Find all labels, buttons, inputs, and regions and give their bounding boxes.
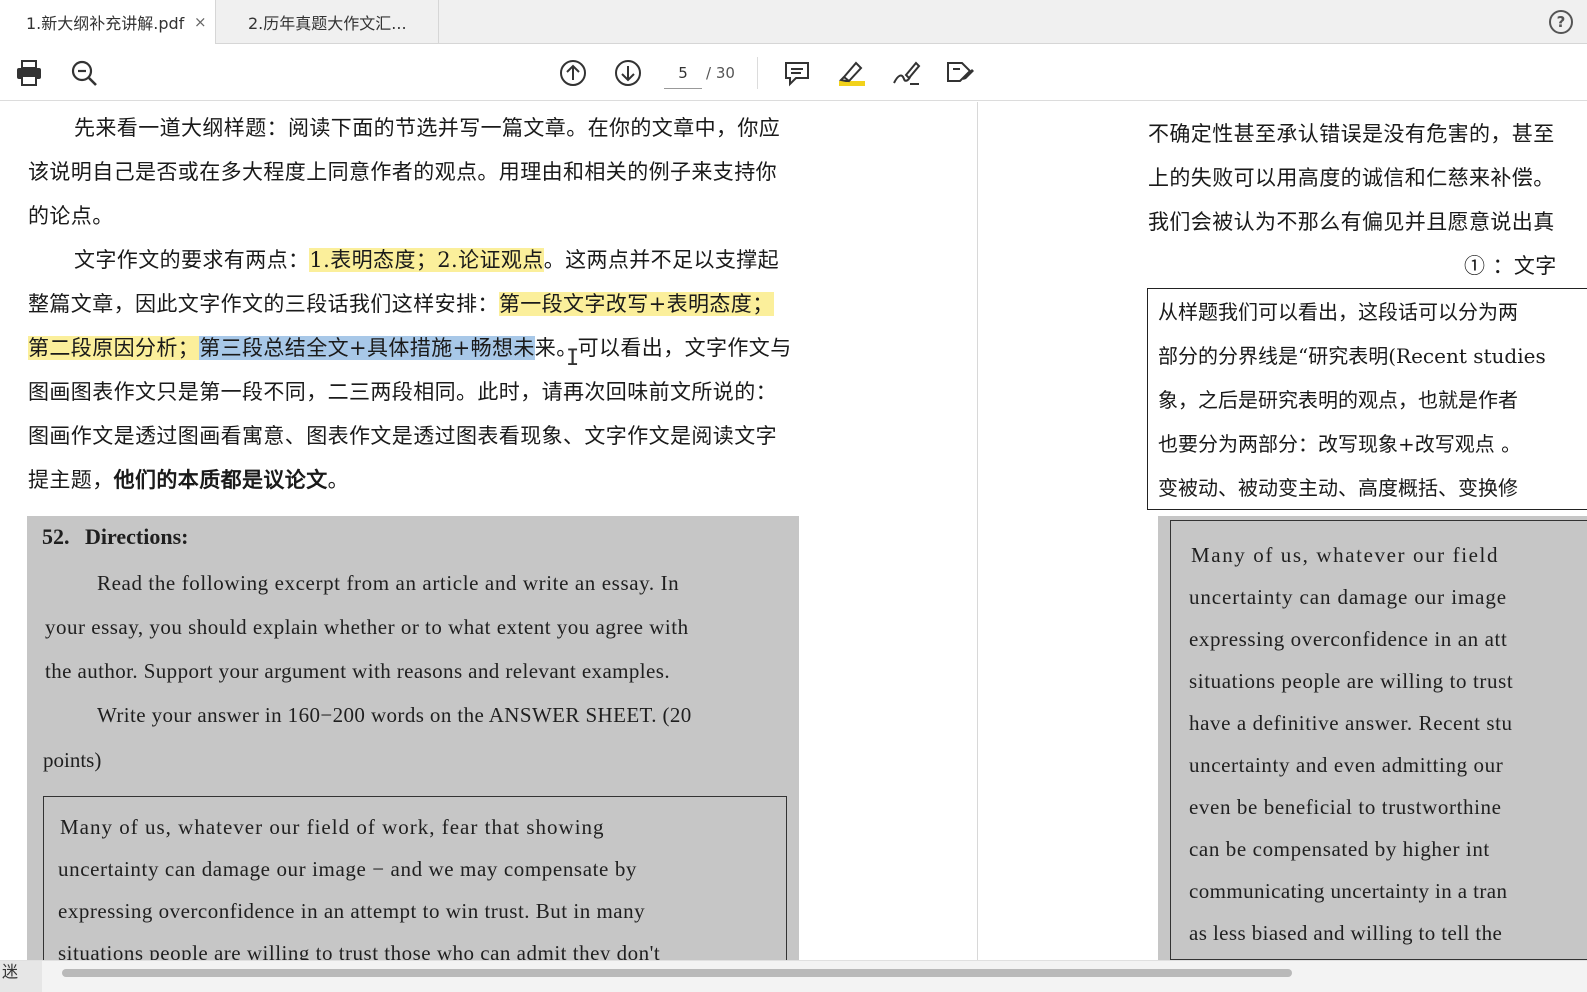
paragraph-line: 先来看一道大纲样题：阅读下面的节选并写一篇文章。在你的文章中，你应 (74, 116, 781, 140)
paragraph-line: 第二段原因分析；第三段总结全文+具体措施+畅想未来。可以看出，文字作文与 (28, 334, 792, 362)
text-cursor-icon: I (566, 346, 580, 371)
excerpt-box: Many of us, whatever our field of work, … (43, 796, 787, 960)
scanned-exam-image: 52. Directions: Read the following excer… (27, 516, 799, 960)
paragraph-line: 上的失败可以用高度的诚信和仁慈来补偿。 (1148, 166, 1555, 190)
excerpt-line: Many of us, whatever our field (1191, 543, 1500, 567)
arrow-down-circle-icon (615, 60, 641, 86)
page-number-input[interactable]: 5 (664, 59, 702, 89)
box-line: 象，之后是研究表明的观点，也就是作者 (1158, 388, 1518, 412)
highlighter-icon (838, 61, 865, 86)
excerpt-line: situations people are willing to trust t… (58, 941, 661, 960)
question-number: 52. (42, 524, 70, 549)
excerpt-line: uncertainty can damage our image − and w… (58, 857, 638, 881)
toolbar-divider (757, 57, 758, 89)
paragraph-line: 图画图表作文只是第一段不同，二三两段相同。此时，请再次回味前文所说的： (28, 380, 777, 404)
excerpt-line: have a definitive answer. Recent stu (1189, 711, 1513, 735)
comment-icon (785, 62, 809, 87)
directions-heading: Directions: (85, 524, 189, 549)
text-run: 文字作文的要求有两点： (74, 248, 310, 272)
tab-label: 2.历年真题大作文汇... (248, 14, 407, 33)
excerpt-line: expressing overconfidence in an attempt … (58, 899, 646, 923)
box-line: 也要分为两部分：改写现象+改写观点 。 (1158, 432, 1522, 456)
excerpt-line: situations people are willing to trust (1189, 669, 1514, 693)
paragraph-line: 文字作文的要求有两点：1.表明态度；2.论证观点。这两点并不足以支撑起 (74, 246, 779, 274)
help-icon[interactable]: ? (1549, 10, 1573, 34)
paragraph-line: 整篇文章，因此文字作文的三段话我们这样安排：第一段文字改写+表明态度； (28, 290, 774, 318)
tab-bar: 1.新大纲补充讲解.pdf × 2.历年真题大作文汇... ? (0, 0, 1587, 44)
signature-icon (893, 61, 921, 85)
highlight-button[interactable] (834, 55, 870, 91)
edit-tag-icon (947, 62, 974, 82)
document-viewer[interactable]: 先来看一道大纲样题：阅读下面的节选并写一篇文章。在你的文章中，你应 该说明自己是… (0, 102, 1587, 960)
excerpt-line: can be compensated by higher int (1189, 837, 1490, 861)
page-divider (977, 102, 978, 960)
text-run: 。 (327, 468, 350, 492)
page-total: / 30 (706, 64, 735, 82)
arrow-up-circle-icon (560, 60, 586, 86)
excerpt-line: uncertainty can damage our image (1189, 585, 1508, 609)
text-run: 提主题， (28, 468, 114, 492)
paragraph-line: 提主题，他们的本质都是议论文。 (28, 466, 349, 494)
highlighted-text[interactable]: 1.表明态度；2.论证观点 (309, 248, 544, 272)
excerpt-line: communicating uncertainty in a tran (1189, 879, 1508, 903)
scanned-exam-image: Many of us, whatever our field uncertain… (1158, 516, 1587, 960)
directions-line: the author. Support your argument with r… (45, 659, 670, 683)
tab-document-2[interactable]: 2.历年真题大作文汇... (217, 0, 439, 44)
scrollbar-thumb[interactable] (62, 969, 1292, 977)
directions-line: Read the following excerpt from an artic… (97, 571, 680, 595)
highlighted-text[interactable]: 第二段原因分析； (28, 336, 200, 360)
excerpt-line: as less biased and willing to tell the (1189, 921, 1503, 945)
tab-document-1[interactable]: 1.新大纲补充讲解.pdf × (0, 0, 216, 44)
excerpt-line: expressing overconfidence in an att (1189, 627, 1508, 651)
comment-button[interactable] (779, 55, 815, 91)
excerpt-line: even be beneficial to trustworthine (1189, 795, 1502, 819)
bold-text: 他们的本质都是议论文 (113, 467, 328, 492)
zoom-out-icon (71, 60, 97, 86)
box-line: 从样题我们可以看出，这段话可以分为两 (1158, 300, 1518, 324)
previous-page-button[interactable] (555, 55, 591, 91)
tab-close-icon[interactable]: × (194, 13, 207, 31)
excerpt-line: uncertainty and even admitting our (1189, 753, 1504, 777)
directions-line: points) (43, 748, 102, 772)
edit-button[interactable] (942, 55, 978, 91)
excerpt-box: Many of us, whatever our field uncertain… (1170, 520, 1587, 960)
status-text: 迷 (0, 961, 42, 992)
paragraph-line: 该说明自己是否或在多大程度上同意作者的观点。用理由和相关的例子来支持你 (28, 160, 777, 184)
box-line: 变被动、被动变主动、高度概括、变换修 (1158, 476, 1518, 500)
next-page-button[interactable] (610, 55, 646, 91)
paragraph-line: ① ：文字 (1464, 254, 1557, 278)
paragraph-line: 的论点。 (28, 204, 114, 228)
explanation-box: 从样题我们可以看出，这段话可以分为两 部分的分界线是“研究表明(Recent s… (1147, 288, 1587, 510)
text-run: 整篇文章，因此文字作文的三段话我们这样安排： (28, 292, 499, 316)
zoom-out-button[interactable] (66, 55, 102, 91)
printer-icon (17, 60, 41, 86)
print-button[interactable] (11, 55, 47, 91)
paragraph-line: 我们会被认为不那么有偏见并且愿意说出真 (1148, 210, 1555, 234)
directions-line: your essay, you should explain whether o… (45, 615, 689, 639)
horizontal-scrollbar[interactable]: 迷 (0, 960, 1587, 992)
paragraph-line: 图画作文是透过图画看寓意、图表作文是透过图表看现象、文字作文是阅读文字 (28, 424, 777, 448)
selected-text[interactable]: 第三段总结全文+具体措施+畅想未 (199, 336, 535, 360)
directions-line: Write your answer in 160−200 words on th… (97, 703, 692, 727)
box-line: 部分的分界线是“研究表明(Recent studies (1158, 344, 1546, 368)
paragraph-line: 不确定性甚至承认错误是没有危害的，甚至 (1148, 122, 1555, 146)
text-run: 。这两点并不足以支撑起 (543, 248, 780, 272)
highlighted-text[interactable]: 第一段文字改写+表明态度； (498, 292, 774, 316)
tab-label: 1.新大纲补充讲解.pdf (26, 14, 185, 33)
excerpt-line: Many of us, whatever our field of work, … (60, 815, 605, 839)
sign-button[interactable] (888, 55, 924, 91)
toolbar: 5 / 30 (0, 45, 1587, 101)
